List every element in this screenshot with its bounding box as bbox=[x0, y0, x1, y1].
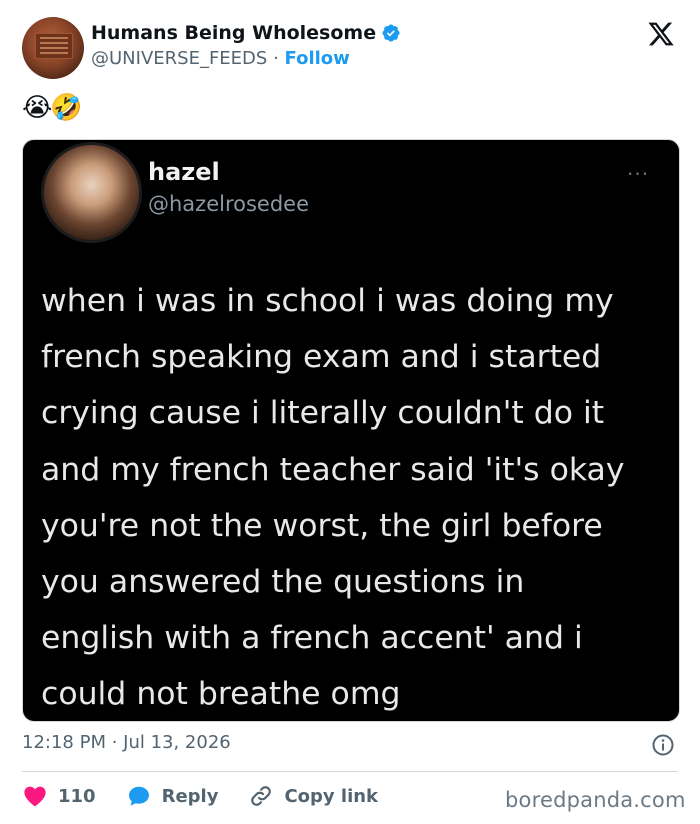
embedded-author-avatar bbox=[41, 142, 142, 243]
separator: · bbox=[273, 48, 279, 69]
verified-badge-icon bbox=[382, 24, 400, 42]
post-text: 😭🤣 bbox=[22, 93, 83, 123]
divider bbox=[22, 771, 678, 772]
embedded-author-name: hazel bbox=[148, 158, 220, 186]
reply-label: Reply bbox=[161, 785, 219, 807]
x-logo-icon[interactable] bbox=[646, 20, 676, 48]
embedded-image-card[interactable]: hazel @hazelrosedee ··· when i was in sc… bbox=[22, 139, 680, 722]
copy-link-label: Copy link bbox=[284, 785, 379, 807]
author-name-row: Humans Being Wholesome bbox=[91, 22, 401, 44]
author-handle-row: @UNIVERSE_FEEDS · Follow bbox=[91, 48, 350, 69]
embedded-tweet-text: when i was in school i was doing my fren… bbox=[41, 283, 625, 713]
info-icon[interactable] bbox=[651, 733, 675, 757]
copy-link-button[interactable]: Copy link bbox=[248, 783, 378, 809]
heart-icon bbox=[24, 786, 46, 807]
author-handle[interactable]: @UNIVERSE_FEEDS bbox=[91, 48, 267, 69]
link-icon bbox=[251, 786, 272, 806]
author-name[interactable]: Humans Being Wholesome bbox=[91, 22, 376, 44]
like-button[interactable]: 110 bbox=[22, 783, 96, 809]
reply-button[interactable]: Reply bbox=[126, 783, 219, 809]
watermark: boredpanda.com bbox=[505, 788, 686, 812]
action-bar: 110 Reply Copy link bbox=[22, 783, 408, 809]
follow-button[interactable]: Follow bbox=[285, 48, 350, 69]
embedded-author-handle: @hazelrosedee bbox=[148, 192, 310, 216]
like-count: 110 bbox=[58, 785, 96, 807]
more-options-icon: ··· bbox=[627, 162, 650, 186]
author-avatar[interactable] bbox=[22, 17, 84, 79]
reply-bubble-icon bbox=[128, 786, 149, 806]
post-timestamp[interactable]: 12:18 PM · Jul 13, 2026 bbox=[22, 732, 231, 753]
